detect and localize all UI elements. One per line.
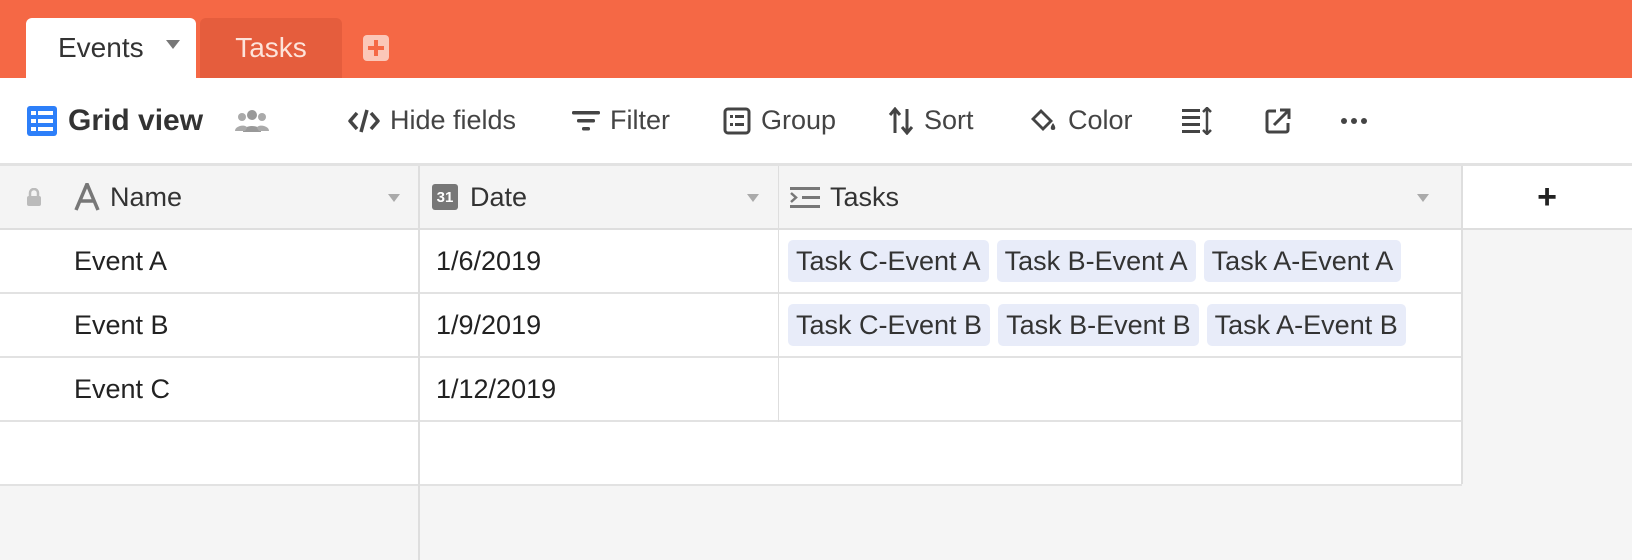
color-label: Color [1068,105,1133,135]
group-button[interactable]: Group [723,78,836,163]
chevron-down-icon[interactable] [388,194,400,202]
grid-header-row: Name 31 Date Tasks [0,166,1462,230]
column-header-tasks[interactable]: Tasks [790,166,1460,228]
column-header-name[interactable]: Name [74,166,419,228]
hide-fields-button[interactable]: Hide fields [348,78,516,163]
table-tab-bar: Events Tasks [0,0,1632,78]
color-button[interactable]: Color [1028,78,1133,163]
paint-bucket-icon [1031,108,1056,131]
tasks-cell[interactable]: Task C-Event A Task B-Event A Task A-Eve… [788,230,1409,292]
plus-icon: + [1537,177,1557,216]
group-icon [723,107,751,134]
column-label: Name [110,181,183,212]
column-label: Date [470,181,528,212]
grid-view-icon [27,105,57,136]
add-field-button[interactable]: + [1462,166,1632,230]
tab-label: Tasks [235,32,307,63]
view-toolbar: Grid view Hide fields Filter Group Sort … [0,78,1632,166]
add-table-icon[interactable] [363,35,389,61]
share-external-icon [1265,108,1291,133]
date-cell[interactable]: 1/9/2019 [436,294,541,356]
view-switcher-button[interactable]: Grid view [26,78,203,163]
chevron-down-icon[interactable] [1417,194,1429,202]
collaborators-button[interactable] [234,78,280,163]
table-row[interactable]: Event A 1/6/2019 Task C-Event A Task B-E… [0,230,1462,294]
sort-label: Sort [924,105,974,135]
more-options-button[interactable] [1340,78,1378,163]
linked-records-icon [790,187,820,208]
chevron-down-icon[interactable] [166,40,180,49]
lock-icon [26,166,46,228]
tasks-cell[interactable]: Task C-Event B Task B-Event B Task A-Eve… [788,294,1414,356]
linked-record-chip[interactable]: Task B-Event A [996,240,1196,282]
hide-fields-label: Hide fields [390,105,517,135]
calendar-31-icon: 31 [432,184,458,210]
linked-record-chip[interactable]: Task A-Event A [1203,240,1402,282]
table-row[interactable]: Event C 1/12/2019 [0,358,1462,422]
primary-column-divider [418,166,420,560]
filter-label: Filter [610,105,670,135]
column-header-date[interactable]: 31 Date [432,166,777,228]
ellipsis-icon [1341,117,1367,124]
filter-button[interactable]: Filter [572,78,670,163]
linked-record-chip[interactable]: Task C-Event B [788,304,991,346]
name-cell[interactable]: Event C [74,358,170,420]
sort-icon [888,106,914,135]
text-field-icon [74,183,100,211]
share-view-button[interactable] [1264,78,1302,163]
date-cell[interactable]: 1/6/2019 [436,230,541,292]
name-cell[interactable]: Event A [74,230,167,292]
group-label: Group [761,105,837,135]
people-icon [235,109,269,132]
tab-tasks[interactable]: Tasks [200,18,342,78]
column-label: Tasks [830,181,900,212]
row-height-icon [1182,106,1212,135]
eye-slash-icon [348,109,380,132]
linked-record-chip[interactable]: Task B-Event B [998,304,1199,346]
sort-button[interactable]: Sort [888,78,974,163]
row-height-button[interactable] [1182,78,1222,163]
chevron-down-icon[interactable] [747,194,759,202]
date-cell[interactable]: 1/12/2019 [436,358,556,420]
linked-record-chip[interactable]: Task C-Event A [788,240,989,282]
table-row[interactable]: Event B 1/9/2019 Task C-Event B Task B-E… [0,294,1462,358]
tab-events[interactable]: Events [26,18,196,78]
tab-label: Events [58,32,144,63]
filter-icon [572,110,600,130]
grid-right-border [1461,166,1463,484]
column-divider [778,166,779,422]
view-name: Grid view [68,103,204,137]
name-cell[interactable]: Event B [74,294,169,356]
linked-record-chip[interactable]: Task A-Event B [1206,304,1406,346]
add-row[interactable] [0,422,1462,486]
